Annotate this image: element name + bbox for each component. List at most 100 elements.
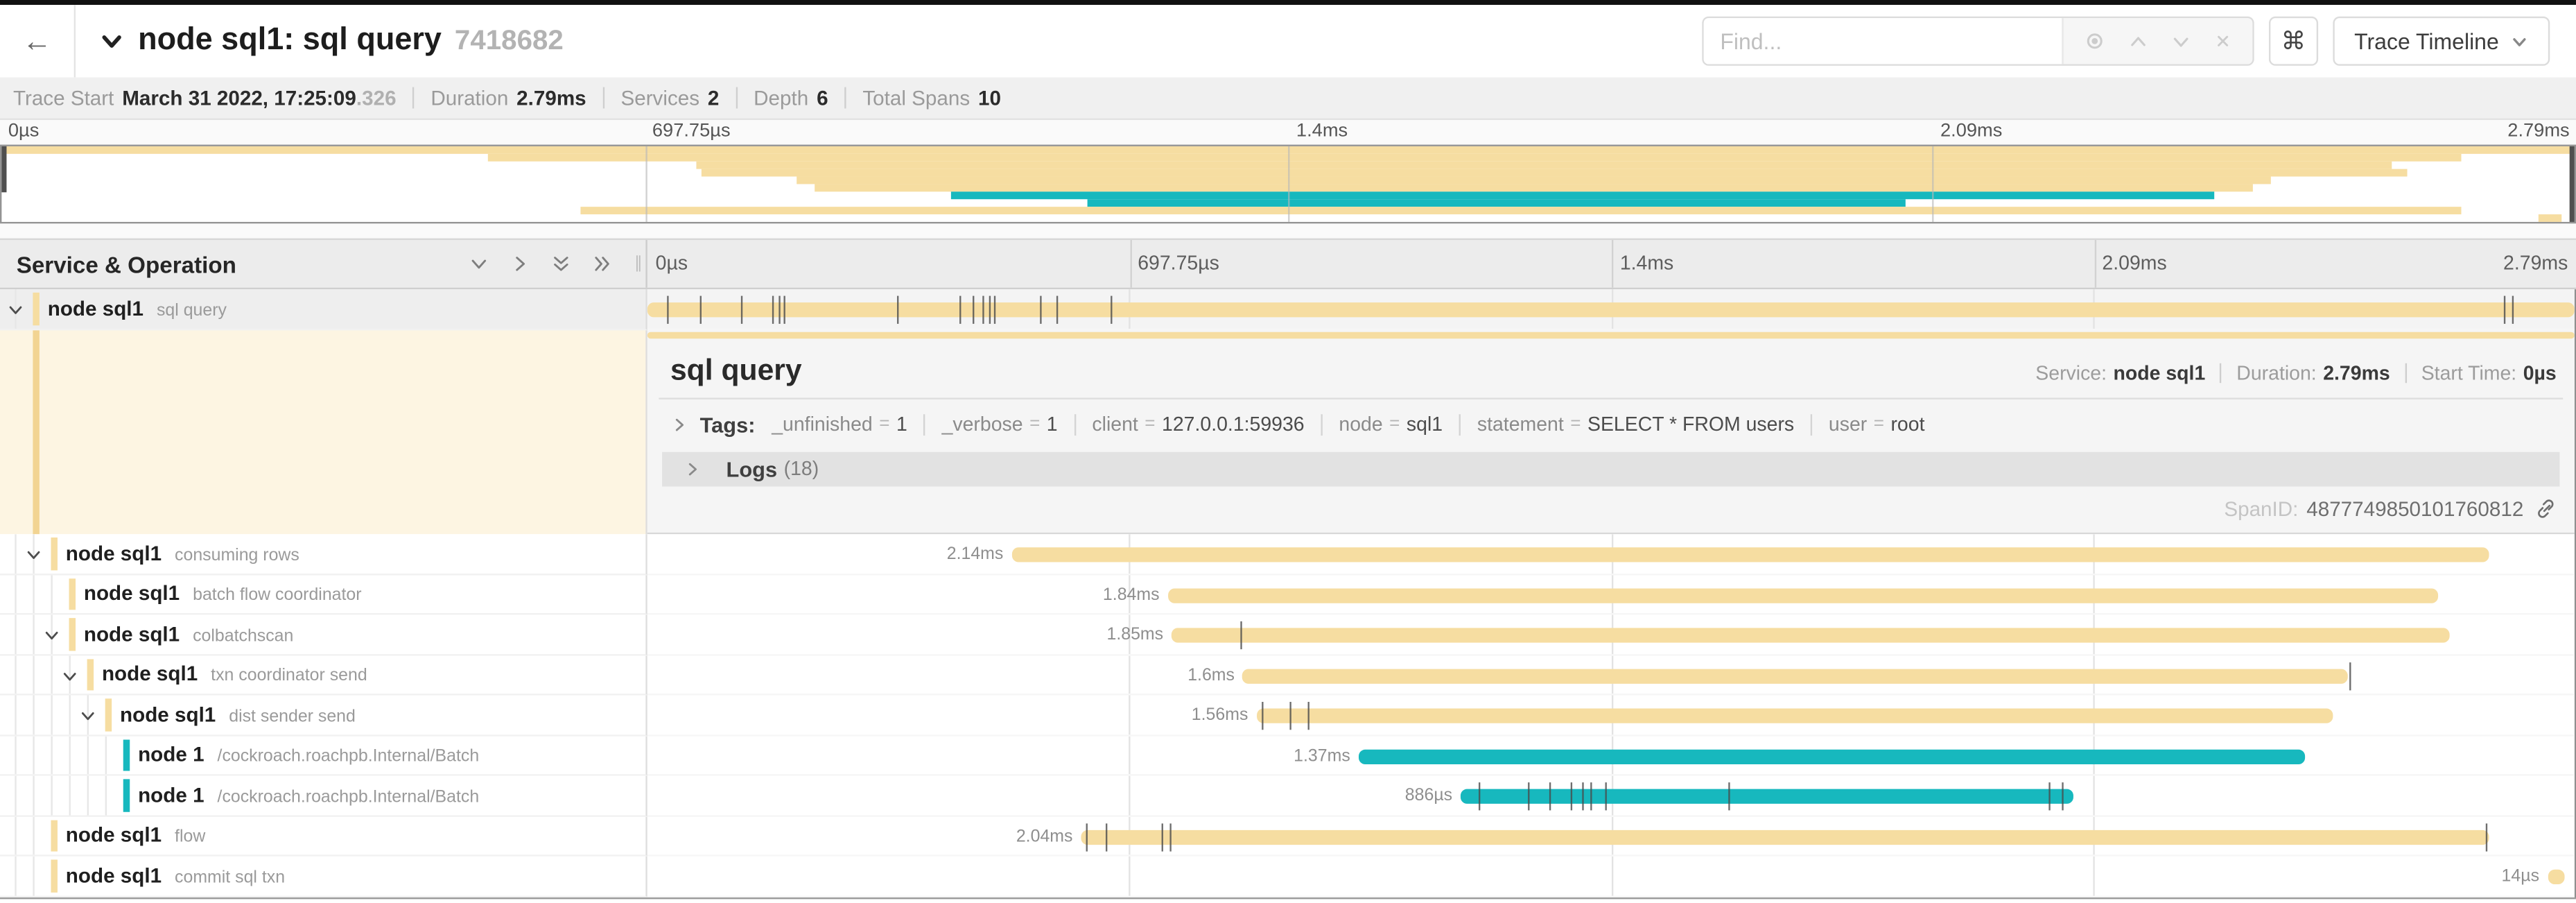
indent-guide — [15, 614, 16, 653]
service-name: node sql1txn coordinator send — [102, 663, 367, 686]
span-bar[interactable] — [1461, 789, 2073, 804]
span-bar[interactable] — [1011, 547, 2489, 562]
operation-name: consuming rows — [175, 545, 299, 565]
span-bar[interactable] — [2548, 870, 2565, 884]
log-tick — [1056, 296, 1057, 324]
clear-find-icon[interactable] — [2213, 31, 2232, 51]
service-color-stripe — [51, 538, 57, 569]
summary-item: Services2 — [586, 86, 720, 109]
span-row[interactable]: node sql1flow2.04ms — [0, 816, 2575, 857]
indent-guide — [87, 776, 89, 815]
service-color-stripe — [51, 819, 57, 851]
log-tick — [1041, 296, 1042, 324]
minimap-handle-right[interactable] — [2570, 146, 2575, 222]
logs-accordion[interactable]: Logs (18) — [662, 452, 2559, 486]
collapse-one-icon[interactable] — [468, 253, 489, 275]
span-row[interactable]: node sql1batch flow coordinator1.84ms — [0, 574, 2575, 614]
log-tick — [742, 296, 743, 324]
expand-all-icon[interactable] — [591, 253, 613, 275]
span-bar[interactable] — [1256, 708, 2333, 723]
copy-link-icon[interactable] — [2535, 498, 2557, 519]
chevron-down-icon — [2510, 32, 2528, 50]
span-row[interactable]: node sql1dist sender send1.56ms — [0, 696, 2575, 736]
expand-one-icon[interactable] — [510, 253, 531, 275]
indent-guide — [15, 655, 16, 694]
back-button[interactable]: ← — [0, 5, 76, 77]
indent-guide — [15, 736, 16, 775]
find-group — [1702, 17, 2254, 66]
timeline-gridline — [1129, 696, 1131, 734]
column-resizer-handle[interactable]: ∥ — [634, 255, 643, 273]
span-bar[interactable] — [1172, 628, 2449, 642]
span-row[interactable]: node sql1colbatchscan1.85ms — [0, 614, 2575, 655]
minimap-canvas[interactable] — [0, 145, 2576, 224]
top-bar: ← node sql1: sql query 7418682 ⌘ Trace T… — [0, 5, 2576, 77]
detail-span-title: sql query — [670, 352, 802, 387]
span-row[interactable]: node sql1txn coordinator send 1.6ms — [0, 655, 2575, 695]
minimap-handle-left[interactable] — [1, 146, 6, 191]
indent-guide — [69, 736, 71, 775]
timeline-gridline — [1611, 857, 1612, 895]
span-duration-label: 1.6ms — [1187, 665, 1235, 685]
indent-guide — [33, 655, 34, 694]
span-detail-left-fill — [0, 329, 647, 534]
span-bar[interactable] — [1243, 668, 2347, 682]
span-row[interactable]: node sql1consuming rows2.14ms — [0, 534, 2575, 574]
indent-guide — [51, 696, 52, 734]
span-bar[interactable] — [1081, 829, 2489, 844]
log-tick — [989, 296, 990, 324]
collapse-trace-chevron-icon[interactable] — [98, 28, 125, 54]
span-duration-label: 886µs — [1405, 786, 1452, 805]
minimap-gridline — [1931, 146, 1933, 222]
indent-guide — [69, 776, 71, 815]
prev-result-icon[interactable] — [2127, 31, 2149, 52]
indent-guide — [15, 574, 16, 613]
row-collapse-chevron-icon[interactable] — [25, 546, 43, 564]
span-row[interactable]: node sql1sql query — [0, 289, 2575, 329]
log-tick — [1110, 296, 1111, 324]
find-input[interactable] — [1704, 18, 2062, 64]
detail-header[interactable]: sql query Service:node sql1 Duration:2.7… — [659, 329, 2563, 399]
span-row[interactable]: node sql1commit sql txn14µs — [0, 857, 2575, 897]
indent-guide — [33, 857, 34, 895]
bottom-strip — [0, 897, 2576, 903]
service-name: node 1/cockroach.roachpb.Internal/Batch — [138, 784, 479, 807]
row-collapse-chevron-icon[interactable] — [6, 301, 24, 319]
find-tools — [2062, 18, 2252, 64]
service-operation-header: Service & Operation — [17, 250, 236, 277]
spanid-row: SpanID: 4877749850101760812 — [659, 485, 2563, 520]
operation-name: commit sql txn — [175, 868, 285, 887]
trace-id: 7418682 — [455, 25, 564, 58]
row-collapse-chevron-icon[interactable] — [43, 626, 61, 644]
minimap-axis-label: 2.09ms — [1940, 121, 2002, 141]
log-tick — [959, 296, 961, 324]
span-bar[interactable] — [1359, 749, 2305, 764]
indent-guide — [87, 736, 89, 775]
tags-accordion[interactable]: Tags: _unfinished=1 _verbose=1 client=12… — [659, 399, 2563, 448]
span-row[interactable]: node 1/cockroach.roachpb.Internal/Batch1… — [0, 736, 2575, 776]
minimap-axis-label: 2.79ms — [2507, 121, 2569, 141]
view-selector-button[interactable]: Trace Timeline — [2333, 17, 2550, 66]
indent-guide — [51, 574, 52, 613]
keyboard-shortcuts-button[interactable]: ⌘ — [2269, 17, 2318, 66]
row-collapse-chevron-icon[interactable] — [61, 666, 79, 685]
indent-guide — [15, 696, 16, 734]
next-result-icon[interactable] — [2170, 31, 2192, 52]
log-tick — [1289, 702, 1290, 730]
span-row[interactable]: node 1/cockroach.roachpb.Internal/Batch 8… — [0, 776, 2575, 816]
indent-guide — [15, 776, 16, 815]
detail-start-label: Start Time:0µs — [2421, 361, 2557, 384]
summary-item: Total Spans10 — [828, 86, 1001, 109]
row-collapse-chevron-icon[interactable] — [79, 707, 97, 725]
collapse-all-icon[interactable] — [550, 253, 572, 275]
operation-name: txn coordinator send — [211, 666, 367, 685]
view-selector-label: Trace Timeline — [2354, 28, 2499, 53]
span-bar[interactable] — [1167, 587, 2437, 602]
log-tick — [1528, 782, 1529, 810]
locate-icon[interactable] — [2083, 30, 2106, 53]
summary-item: Duration2.79ms — [397, 86, 586, 109]
span-bar[interactable] — [647, 302, 2575, 317]
page-title: node sql1: sql query — [138, 23, 442, 59]
axis-tick-label: 2.79ms — [2503, 252, 2568, 275]
indent-guide — [33, 816, 34, 855]
